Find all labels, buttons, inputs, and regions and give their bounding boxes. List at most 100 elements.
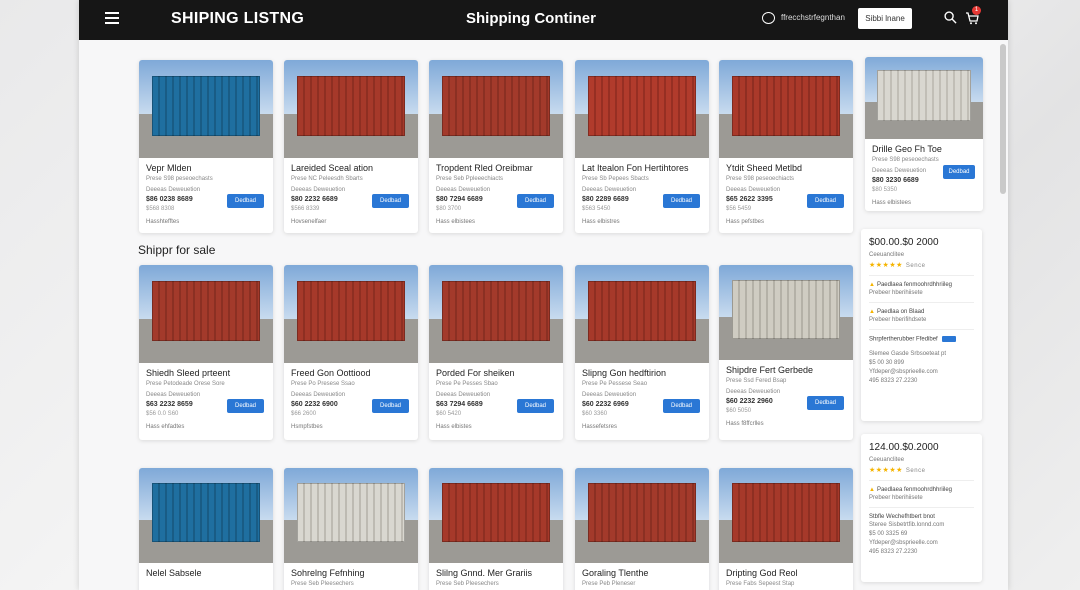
listing-location: Hass pefstbes bbox=[726, 219, 765, 225]
listing-card[interactable]: Slipng Gon hedftirion Prese Pe Pessese Se… bbox=[575, 265, 709, 440]
listing-title: Goraling Tlenthe bbox=[582, 568, 649, 578]
contact-phone[interactable]: $5 00 30 899 bbox=[869, 360, 974, 366]
brand-logo-text[interactable]: SHIPING LISTNG bbox=[171, 10, 304, 28]
listing-title: Shiedh Sleed prteent bbox=[146, 368, 231, 378]
listing-subtitle: Prese Peb Pleneser bbox=[582, 581, 636, 587]
listing-card[interactable]: Lat Itealon Fon Hertihtores Prese Sb Pepe… bbox=[575, 60, 709, 233]
details-button[interactable]: Dedbad bbox=[227, 399, 264, 413]
listing-meta: Deeeas Deweuetion bbox=[726, 389, 781, 395]
listing-subtitle: Prese S98 peseoechiacts bbox=[726, 176, 795, 182]
side-listing-card[interactable]: Drille Geo Fh Toe Prese S98 peseoechasts… bbox=[865, 57, 983, 211]
listing-meta: Deeeas Deweuetion bbox=[582, 392, 637, 398]
details-button[interactable]: Dedbad bbox=[372, 194, 409, 208]
email-link[interactable]: ffrecchstrfegnthan bbox=[781, 13, 845, 22]
contact-heading: Stbfle Wechefhtbert bnot bbox=[869, 514, 935, 520]
listing-title: Shipdre Fert Gerbede bbox=[726, 365, 814, 375]
listing-spec: $80 5350 bbox=[872, 187, 898, 193]
listing-meta: Deeeas Deweuetion bbox=[436, 187, 491, 193]
listing-title: Lat Itealon Fon Hertihtores bbox=[582, 163, 689, 173]
listing-meta: Deeeas Deweuetion bbox=[291, 187, 346, 193]
scrollbar-thumb[interactable] bbox=[1000, 44, 1006, 194]
container-image bbox=[284, 265, 418, 363]
details-button[interactable]: Dedbad bbox=[517, 194, 554, 208]
details-button[interactable]: Dedbad bbox=[807, 194, 844, 208]
listing-subtitle: Prese S98 peseoechasts bbox=[872, 157, 939, 163]
listing-card[interactable]: Lareided Sceal ation Prese NC Peleesdh Sb… bbox=[284, 60, 418, 233]
container-image bbox=[719, 60, 853, 158]
details-button[interactable]: Dedbad bbox=[227, 194, 264, 208]
container-image bbox=[429, 60, 563, 158]
listing-card[interactable]: Sohrelng Fefnhing Prese Seb Pleesechers bbox=[284, 468, 418, 590]
panel-subtitle: Ceeuanclitee bbox=[869, 252, 905, 258]
price-panel: $00.00.$0 2000 Ceeuanclitee ★★★★★ Sence ▲… bbox=[861, 229, 982, 421]
listing-title: Porded For sheiken bbox=[436, 368, 515, 378]
listing-title: Freed Gon Oottiood bbox=[291, 368, 371, 378]
listing-card[interactable]: Goraling Tlenthe Prese Peb Pleneser bbox=[575, 468, 709, 590]
listing-location: Hass elbistees bbox=[872, 200, 912, 206]
details-button[interactable]: Dedbad bbox=[807, 396, 844, 410]
listing-title: Tropdent Rled Oreibmar bbox=[436, 163, 533, 173]
listing-location: Hassefetsres bbox=[582, 424, 618, 430]
listing-card[interactable]: Tropdent Rled Oreibmar Prese Seb Ppleeech… bbox=[429, 60, 563, 233]
message-icon[interactable] bbox=[762, 12, 775, 24]
listing-card[interactable]: Shiedh Sleed prteent Prese Petodeade Ores… bbox=[139, 265, 273, 440]
listing-title: Dripting God Reol bbox=[726, 568, 798, 578]
listing-subtitle: Prese Pe Pessese Seao bbox=[582, 381, 648, 387]
listing-subtitle: Prese Ssd Fered Bsap bbox=[726, 378, 787, 384]
panel-note-sub: Prebeer hberihiisete bbox=[869, 290, 923, 296]
contact-phone[interactable]: $5 00 3325 69 bbox=[869, 531, 974, 537]
listing-card[interactable]: Slilng Gnnd. Mer Grariis Prese Seb Pleese… bbox=[429, 468, 563, 590]
details-button[interactable]: Dedbad bbox=[517, 399, 554, 413]
contact-number: 495 8323 27.2230 bbox=[869, 377, 918, 384]
listing-subtitle: Prese Pe Pesses Sbao bbox=[436, 381, 498, 387]
listing-subtitle: Prese Seb Ppleeechiacts bbox=[436, 176, 504, 182]
listing-meta: Deeeas Deweuetion bbox=[726, 187, 781, 193]
listing-title: Slipng Gon hedftirion bbox=[582, 368, 667, 378]
panel-note-sub: Prebeer hberifihdsete bbox=[869, 317, 927, 323]
panel-price: $00.00.$0 2000 bbox=[869, 237, 939, 248]
container-image bbox=[429, 265, 563, 363]
listing-title: Vepr Mlden bbox=[146, 163, 192, 173]
menu-icon[interactable] bbox=[105, 12, 119, 24]
panel-note: ▲ Paedlaea fenmoohrdhhriileg bbox=[869, 487, 953, 493]
listing-card[interactable]: Vepr Mlden Prese S98 peseoechasts Deeeas D… bbox=[139, 60, 273, 233]
panel-subtitle: Ceeuanclitee bbox=[869, 457, 905, 463]
listing-location: Hass elbistres bbox=[582, 219, 620, 225]
listing-card[interactable]: Nelel Sabsele bbox=[139, 468, 273, 590]
listing-subtitle: Prese Seb Pleesechers bbox=[291, 581, 354, 587]
listing-subtitle: Prese Petodeade Orese Sore bbox=[146, 381, 225, 387]
top-navigation-bar: SHIPING LISTNG Shipping Continer ffrecch… bbox=[79, 0, 1008, 40]
sign-in-button[interactable]: Sibbi lnane bbox=[858, 8, 912, 29]
contact-tag-icon bbox=[941, 336, 956, 342]
listing-card[interactable]: Shipdre Fert Gerbede Prese Ssd Fered Bsap… bbox=[719, 265, 853, 440]
container-image bbox=[575, 60, 709, 158]
listing-card[interactable]: Porded For sheiken Prese Pe Pesses Sbao De… bbox=[429, 265, 563, 440]
listing-card[interactable]: Dripting God Reol Prese Fabs Sepeest Stap bbox=[719, 468, 853, 590]
contact-email[interactable]: Yfdeper@sbsprieelle.com bbox=[869, 540, 974, 546]
details-button[interactable]: Dedbad bbox=[663, 399, 700, 413]
listing-title: Ytdit Sheed Metlbd bbox=[726, 163, 803, 173]
listing-subtitle: Prese Po Presese Ssao bbox=[291, 381, 355, 387]
listing-card[interactable]: Ytdit Sheed Metlbd Prese S98 peseoechiact… bbox=[719, 60, 853, 233]
contact-email[interactable]: Yfdeper@sbsprieelle.com bbox=[869, 369, 974, 375]
details-button[interactable]: Dedbad bbox=[663, 194, 700, 208]
container-image bbox=[719, 468, 853, 563]
container-image bbox=[865, 57, 983, 139]
rating-stars-icon: ★★★★★ Sence bbox=[869, 467, 926, 474]
listing-location: Hass ehfadtes bbox=[146, 424, 185, 430]
contact-number: 495 8323 27.2230 bbox=[869, 549, 918, 555]
listing-title: Sohrelng Fefnhing bbox=[291, 568, 365, 578]
details-button[interactable]: Dedbad bbox=[943, 165, 975, 179]
listing-subtitle: Prese Seb Pleesechers bbox=[436, 581, 499, 587]
listing-card[interactable]: Freed Gon Oottiood Prese Po Presese Ssao D… bbox=[284, 265, 418, 440]
contact-line: Steree Sisbetrtfib.lonnd.com bbox=[869, 522, 945, 528]
container-image bbox=[284, 60, 418, 158]
container-image bbox=[284, 468, 418, 563]
search-icon[interactable] bbox=[944, 11, 957, 24]
contact-heading: Shrpfertherubber Ffedibef bbox=[869, 336, 974, 343]
details-button[interactable]: Dedbad bbox=[372, 399, 409, 413]
rating-stars-icon: ★★★★★ Sence bbox=[869, 262, 926, 269]
contact-line: Slemee Gasde Srbsoeteat pt bbox=[869, 350, 947, 357]
cart-count-badge: 1 bbox=[972, 6, 981, 15]
listing-meta: Deeeas Deweuetion bbox=[291, 392, 346, 398]
